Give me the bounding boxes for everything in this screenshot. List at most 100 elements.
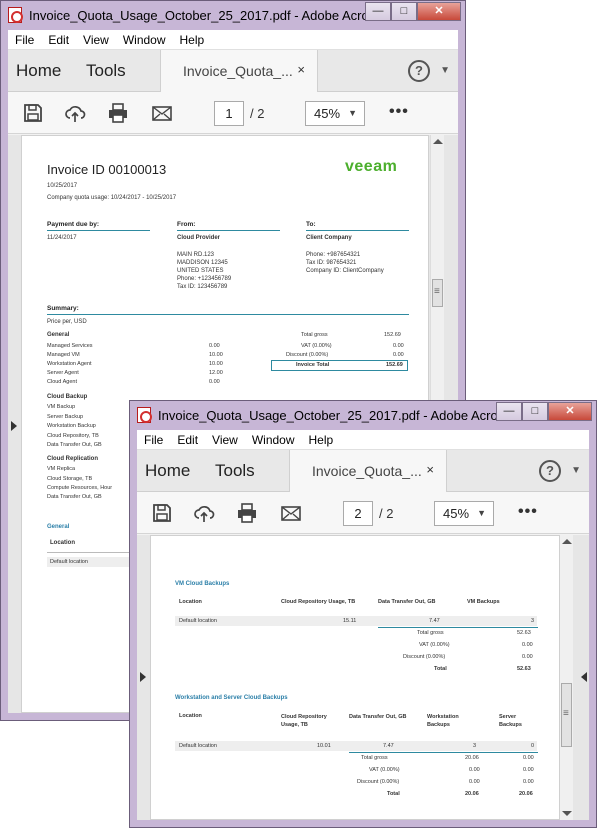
total-label: VAT (0.00%) xyxy=(419,642,450,648)
document-tab[interactable]: Invoice_Quota_... × xyxy=(160,50,318,92)
total-value: 52.63 xyxy=(517,666,531,672)
total-label: VAT (0.00%) xyxy=(301,343,332,349)
total-label: VAT (0.00%) xyxy=(369,767,400,773)
total-value: 0.00 xyxy=(523,755,534,761)
total-value: 0.00 xyxy=(469,779,480,785)
save-icon[interactable] xyxy=(22,102,44,124)
document-viewport[interactable]: VM Cloud Backups Location Cloud Reposito… xyxy=(137,535,589,820)
save-icon[interactable] xyxy=(151,502,173,524)
table-cell: 3 xyxy=(473,743,477,749)
table-cell: 7.47 xyxy=(429,618,440,624)
from-line: UNITED STATES xyxy=(177,268,224,274)
chevron-down-icon[interactable]: ▼ xyxy=(440,65,450,76)
email-icon[interactable] xyxy=(151,102,173,124)
pdf-app-icon xyxy=(8,7,23,23)
help-icon[interactable]: ? xyxy=(408,60,430,82)
default-location: Default location xyxy=(50,559,88,565)
scroll-up-icon[interactable] xyxy=(562,539,572,544)
email-icon[interactable] xyxy=(280,502,302,524)
page-number-input[interactable]: 2 xyxy=(343,501,373,526)
general-item-value: 0.00 xyxy=(209,343,220,349)
pdf-app-icon xyxy=(137,407,152,423)
menu-edit[interactable]: Edit xyxy=(170,433,205,447)
general-item-value: 10.00 xyxy=(209,361,223,367)
maximize-button[interactable]: □ xyxy=(391,2,417,21)
total-value: 0.00 xyxy=(393,352,404,358)
tab-home[interactable]: Home xyxy=(16,61,61,81)
from-line: Phone: +123456789 xyxy=(177,276,232,282)
close-tab-icon[interactable]: × xyxy=(297,62,305,77)
toolbar: 1 / 2 45% ▼ ••• xyxy=(8,92,458,134)
workstation-server-backups-title: Workstation and Server Cloud Backups xyxy=(175,695,288,701)
menu-edit[interactable]: Edit xyxy=(41,33,76,47)
more-tools-icon[interactable]: ••• xyxy=(389,103,409,121)
close-tab-icon[interactable]: × xyxy=(426,462,434,477)
total-value: 152.69 xyxy=(384,332,401,338)
left-panel-arrow-icon[interactable] xyxy=(11,421,17,431)
upload-cloud-icon[interactable] xyxy=(193,502,215,524)
zoom-select[interactable]: 45% ▼ xyxy=(434,501,494,526)
close-button[interactable]: ✕ xyxy=(417,2,461,21)
maximize-button[interactable]: □ xyxy=(522,402,548,421)
vm-cloud-backups-title: VM Cloud Backups xyxy=(175,581,230,587)
cloud-backup-label: Cloud Backup xyxy=(47,394,88,400)
vertical-scrollbar[interactable] xyxy=(559,535,573,820)
print-icon[interactable] xyxy=(107,102,129,124)
close-button[interactable]: ✕ xyxy=(548,402,592,421)
tab-home[interactable]: Home xyxy=(145,461,190,481)
scroll-thumb[interactable] xyxy=(432,279,443,307)
title-bar[interactable]: Invoice_Quota_Usage_October_25_2017.pdf … xyxy=(1,1,465,29)
chevron-down-icon: ▼ xyxy=(348,108,357,118)
chevron-down-icon[interactable]: ▼ xyxy=(571,465,581,476)
document-tab[interactable]: Invoice_Quota_... × xyxy=(289,450,447,492)
menu-bar: File Edit View Window Help xyxy=(8,30,458,50)
menu-file[interactable]: File xyxy=(137,433,170,447)
from-name: Cloud Provider xyxy=(177,235,221,241)
minimize-button[interactable]: — xyxy=(496,402,522,421)
scroll-thumb[interactable] xyxy=(561,683,572,747)
from-line: MADDISON 12345 xyxy=(177,260,228,266)
more-tools-icon[interactable]: ••• xyxy=(518,503,538,521)
total-label: Total gross xyxy=(417,630,444,636)
left-panel-arrow-icon[interactable] xyxy=(140,672,146,682)
scroll-up-icon[interactable] xyxy=(433,139,443,144)
zoom-select[interactable]: 45% ▼ xyxy=(305,101,365,126)
menu-file[interactable]: File xyxy=(8,33,41,47)
total-value: 20.06 xyxy=(465,791,479,797)
minimize-button[interactable]: — xyxy=(365,2,391,21)
total-value: 0.00 xyxy=(522,654,533,660)
general-label: General xyxy=(47,332,70,338)
menu-view[interactable]: View xyxy=(76,33,116,47)
upload-cloud-icon[interactable] xyxy=(64,102,86,124)
from-line: Tax ID: 123456789 xyxy=(177,284,228,290)
menu-help[interactable]: Help xyxy=(302,433,341,447)
column-header: Location xyxy=(179,713,202,719)
cloud-replication-item: Data Transfer Out, GB xyxy=(47,494,102,500)
menu-window[interactable]: Window xyxy=(245,433,302,447)
acrobat-window-front[interactable]: Invoice_Quota_Usage_October_25_2017.pdf … xyxy=(129,400,597,828)
cloud-replication-item: VM Replica xyxy=(47,466,76,472)
scroll-down-icon[interactable] xyxy=(562,811,572,816)
tab-tools[interactable]: Tools xyxy=(215,461,255,481)
general-section-label: General xyxy=(47,524,70,530)
menu-help[interactable]: Help xyxy=(173,33,212,47)
location-header: Location xyxy=(50,540,75,546)
help-icon[interactable]: ? xyxy=(539,460,561,482)
window-title: Invoice_Quota_Usage_October_25_2017.pdf … xyxy=(158,408,496,423)
zoom-value: 45% xyxy=(314,106,341,121)
title-bar[interactable]: Invoice_Quota_Usage_October_25_2017.pdf … xyxy=(130,401,596,429)
column-header: Location xyxy=(179,599,202,605)
page-number-input[interactable]: 1 xyxy=(214,101,244,126)
total-label: Discount (0.00%) xyxy=(286,352,329,358)
right-panel-arrow-icon[interactable] xyxy=(581,672,587,682)
menu-view[interactable]: View xyxy=(205,433,245,447)
column-header: Server Backups xyxy=(499,714,522,728)
toolbar: 2 / 2 45% ▼ ••• xyxy=(137,492,589,534)
print-icon[interactable] xyxy=(236,502,258,524)
payment-due-date: 11/24/2017 xyxy=(47,235,77,241)
menu-window[interactable]: Window xyxy=(116,33,173,47)
cloud-backup-item: Server Backup xyxy=(47,414,84,420)
to-line: Company ID: ClientCompany xyxy=(306,268,384,274)
column-header: Workstation Backups xyxy=(427,714,459,728)
tab-tools[interactable]: Tools xyxy=(86,61,126,81)
